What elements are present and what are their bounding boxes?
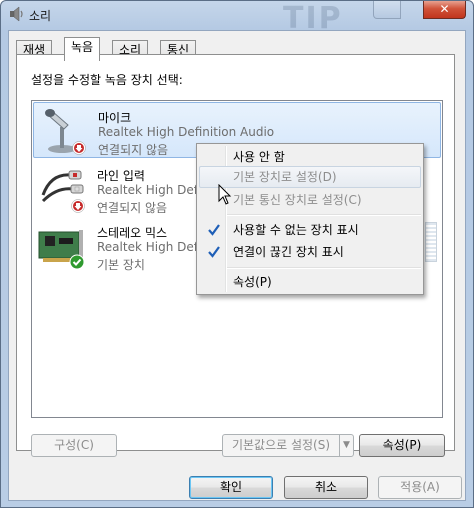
disconnected-badge-icon bbox=[72, 141, 86, 155]
set-default-label: 기본값으로 설정(S) bbox=[231, 438, 331, 452]
properties-button[interactable]: 속성(P) bbox=[359, 434, 445, 457]
device-status: 연결되지 않음 bbox=[97, 201, 168, 215]
close-button[interactable]: ✕ bbox=[423, 1, 466, 19]
device-status: 기본 장치 bbox=[97, 258, 145, 272]
device-driver: Realtek High Definition Audio bbox=[98, 125, 275, 139]
disconnected-badge-icon bbox=[71, 199, 85, 213]
level-meter bbox=[425, 222, 437, 262]
panel-caption: 설정을 수정할 녹음 장치 선택: bbox=[31, 73, 183, 87]
configure-button[interactable]: 구성(C) bbox=[31, 434, 117, 457]
menu-item-show-disabled-devices[interactable]: 사용할 수 없는 장치 표시 bbox=[199, 219, 421, 241]
device-name: 스테레오 믹스 bbox=[97, 226, 168, 240]
tab-recording[interactable]: 녹음 bbox=[64, 37, 101, 61]
menu-separator bbox=[227, 214, 421, 216]
menu-item-properties[interactable]: 속성(P) bbox=[199, 271, 421, 293]
menu-item-label: 사용할 수 없는 장치 표시 bbox=[233, 223, 359, 237]
checkmark-icon bbox=[208, 246, 220, 258]
menu-item-disable[interactable]: 사용 안 함 bbox=[199, 146, 421, 168]
window-title: 소리 bbox=[29, 9, 52, 23]
menu-item-label: 연결이 끊긴 장치 표시 bbox=[233, 245, 344, 259]
device-context-menu: 사용 안 함 기본 장치로 설정(D) 기본 통신 장치로 설정(C) 사용할 … bbox=[196, 143, 424, 295]
device-status: 연결되지 않음 bbox=[98, 143, 169, 157]
device-name: 라인 입력 bbox=[97, 169, 145, 183]
menu-item-set-default-device[interactable]: 기본 장치로 설정(D) bbox=[199, 166, 421, 188]
speaker-icon bbox=[10, 6, 23, 22]
cancel-button[interactable]: 취소 bbox=[284, 476, 368, 499]
sound-dialog-window: 소리 TIP ✕ 재생 녹음 소리 통신 설정을 수정할 녹음 장치 선택: 마… bbox=[0, 0, 474, 508]
apply-button[interactable]: 적용(A) bbox=[378, 476, 462, 499]
default-check-badge-icon bbox=[69, 254, 85, 270]
device-name: 마이크 bbox=[98, 111, 132, 125]
title-bar[interactable]: 소리 TIP ✕ bbox=[1, 1, 473, 36]
checkmark-icon bbox=[208, 224, 220, 236]
set-default-split-button[interactable]: 기본값으로 설정(S) ▼ bbox=[222, 434, 354, 457]
menu-separator bbox=[227, 267, 421, 269]
menu-item-show-disconnected-devices[interactable]: 연결이 끊긴 장치 표시 bbox=[199, 241, 421, 263]
ok-button[interactable]: 확인 bbox=[189, 476, 273, 499]
minimize-button[interactable] bbox=[373, 1, 401, 19]
chevron-down-icon[interactable]: ▼ bbox=[339, 435, 353, 456]
mouse-cursor-icon bbox=[218, 184, 232, 205]
menu-item-set-default-comm-device[interactable]: 기본 통신 장치로 설정(C) bbox=[199, 189, 421, 211]
